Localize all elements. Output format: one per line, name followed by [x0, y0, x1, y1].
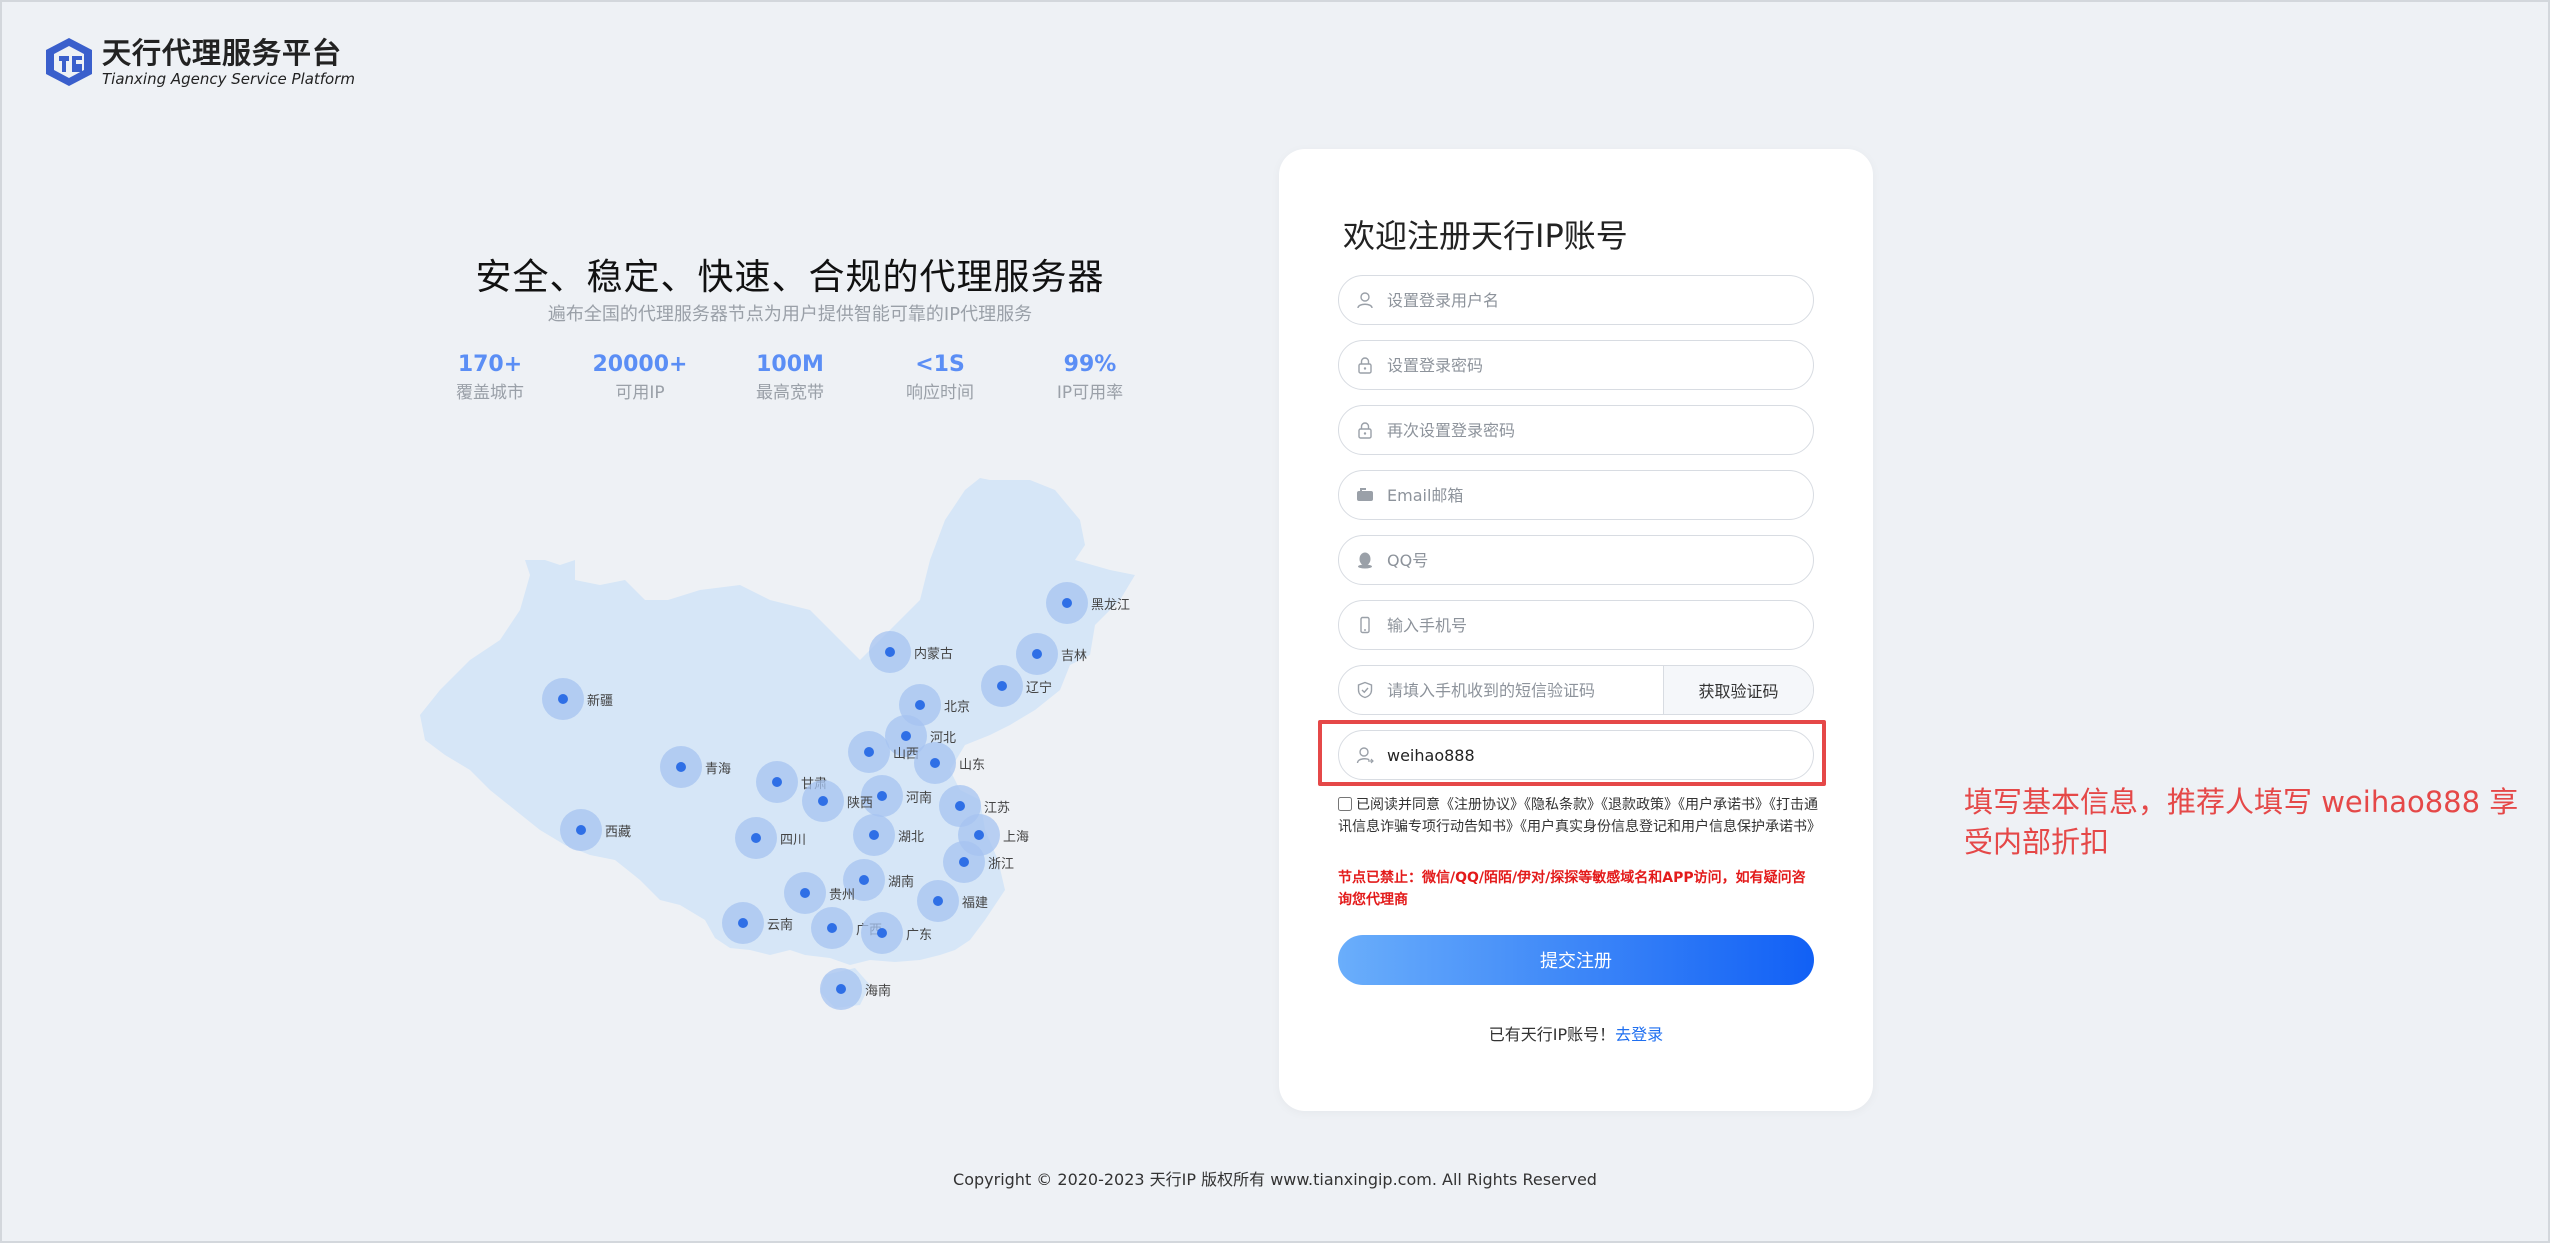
- login-link[interactable]: 去登录: [1615, 1025, 1663, 1044]
- login-prompt: 已有天行IP账号！去登录: [1279, 1021, 1873, 1045]
- sms-code-input[interactable]: [1387, 666, 1663, 714]
- user-icon: [1355, 290, 1375, 310]
- hero-subtitle: 遍布全国的代理服务器节点为用户提供智能可靠的IP代理服务: [547, 304, 1033, 325]
- confirm-password-input[interactable]: [1387, 406, 1813, 454]
- logo-mark-icon: [46, 38, 92, 86]
- footer-copyright: Copyright © 2020-2023 天行IP 版权所有 www.tian…: [953, 1170, 1597, 1189]
- hero-title: 安全、稳定、快速、合规的代理服务器: [475, 257, 1105, 298]
- lock-icon: [1355, 420, 1375, 440]
- sms-code-field[interactable]: 获取验证码: [1338, 665, 1814, 715]
- shield-check-icon: [1355, 680, 1375, 700]
- phone-field[interactable]: [1338, 600, 1814, 650]
- warning-text: 节点已禁止：微信/QQ/陌陌/伊对/探探等敏感域名和APP访问，如有疑问咨询您代…: [1338, 870, 1806, 908]
- qq-field[interactable]: [1338, 535, 1814, 585]
- page-frame: [0, 0, 2550, 1243]
- stat-cities: 170+ 覆盖城市: [410, 350, 570, 406]
- stat-value: 100M: [756, 352, 824, 377]
- password-field[interactable]: [1338, 340, 1814, 390]
- mailbox-icon: [1355, 485, 1375, 505]
- phone-icon: [1355, 615, 1375, 635]
- agreement-checkbox[interactable]: [1338, 797, 1352, 811]
- form-title: 欢迎注册天行IP账号: [1343, 217, 1628, 255]
- stat-availability: 99% IP可用率: [1010, 350, 1170, 406]
- username-field[interactable]: [1338, 275, 1814, 325]
- login-prompt-text: 已有天行IP账号！: [1488, 1025, 1616, 1044]
- stat-label: IP可用率: [1056, 383, 1124, 403]
- username-input[interactable]: [1387, 276, 1813, 324]
- register-card: 欢迎注册天行IP账号 设置登录用户名 Email邮箱 QQ号 输入手机号 请填入…: [1279, 149, 1873, 1111]
- get-code-button[interactable]: 获取验证码: [1663, 666, 1813, 714]
- email-field[interactable]: [1338, 470, 1814, 520]
- stat-label: 覆盖城市: [456, 383, 524, 403]
- stat-bandwidth: 100M 最高宽带: [710, 350, 870, 406]
- lock-icon: [1355, 355, 1375, 375]
- stat-ips: 20000+ 可用IP: [560, 350, 720, 406]
- stat-value: <1S: [915, 352, 965, 377]
- password-input[interactable]: [1387, 341, 1813, 389]
- agreement-text[interactable]: 已阅读并同意《注册协议》《隐私条款》《退款政策》《用户承诺书》《打击通讯信息诈骗…: [1338, 797, 1821, 835]
- confirm-password-field[interactable]: [1338, 405, 1814, 455]
- stat-label: 可用IP: [615, 383, 665, 403]
- qq-icon: [1355, 550, 1375, 570]
- stat-value: 20000+: [592, 352, 688, 377]
- stat-label: 最高宽带: [756, 383, 824, 403]
- stat-value: 170+: [457, 352, 523, 377]
- referrer-highlight-box: [1318, 720, 1826, 786]
- agreement: 已阅读并同意《注册协议》《隐私条款》《退款政策》《用户承诺书》《打击通讯信息诈骗…: [1338, 794, 1821, 838]
- phone-input[interactable]: [1387, 601, 1813, 649]
- stat-response: <1S 响应时间: [860, 350, 1020, 406]
- submit-register-button[interactable]: 提交注册: [1338, 935, 1814, 985]
- logo-subtitle: Tianxing Agency Service Platform: [102, 70, 356, 88]
- annotation-text: 填写基本信息，推荐人填写 weihao888 享受内部折扣: [1964, 785, 2519, 859]
- stat-value: 99%: [1063, 352, 1117, 377]
- qq-input[interactable]: [1387, 536, 1813, 584]
- site-logo[interactable]: 天行代理服务平台 Tianxing Agency Service Platfor…: [42, 36, 355, 88]
- stat-label: 响应时间: [906, 383, 974, 403]
- logo-title: 天行代理服务平台: [102, 36, 343, 70]
- email-input[interactable]: [1387, 471, 1813, 519]
